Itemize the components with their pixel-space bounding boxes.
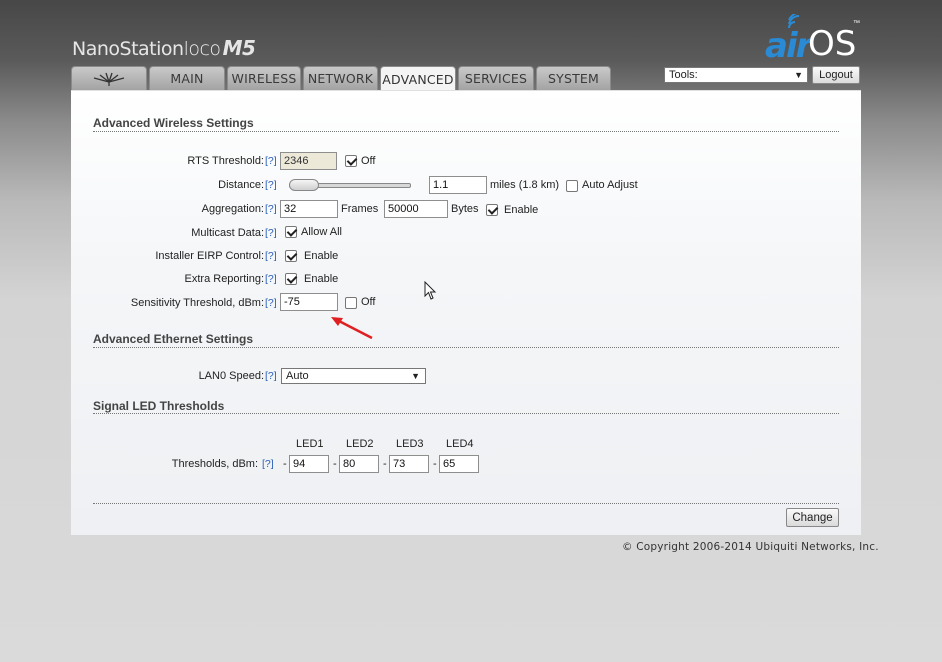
- aggregation-bytes-input[interactable]: 50000: [384, 200, 448, 218]
- brand-air: air: [765, 26, 812, 66]
- main-tabs: MAIN WIRELESS NETWORK ADVANCED SERVICES …: [71, 66, 611, 91]
- aggregation-enable-checkbox[interactable]: [486, 204, 498, 216]
- tab-system[interactable]: SYSTEM: [536, 66, 611, 90]
- multicast-label: Multicast Data:: [191, 227, 264, 239]
- lan0-help-link[interactable]: [?]: [265, 370, 277, 382]
- section-divider: [93, 503, 839, 504]
- aggregation-enable-label: Enable: [504, 204, 539, 216]
- distance-input[interactable]: 1.1: [429, 176, 487, 194]
- sensitivity-help-link[interactable]: [?]: [265, 297, 277, 309]
- extra-enable-checkbox[interactable]: [285, 273, 297, 285]
- sensitivity-input[interactable]: -75: [280, 293, 338, 311]
- section-title-led: Signal LED Thresholds: [93, 399, 225, 413]
- led1-threshold-input[interactable]: 94: [289, 455, 329, 473]
- eirp-label: Installer EIRP Control:: [155, 250, 264, 262]
- tools-select[interactable]: Tools: ▼: [664, 67, 808, 83]
- product-variant: M5: [222, 36, 256, 60]
- copyright-text: © Copyright 2006-2014 Ubiquiti Networks,…: [622, 541, 879, 553]
- thresholds-label: Thresholds, dBm:: [171, 458, 258, 470]
- led4-header: LED4: [446, 438, 474, 450]
- eirp-enable-label: Enable: [304, 250, 339, 262]
- tab-home-logo[interactable]: [71, 66, 147, 90]
- product-model: loco: [183, 38, 221, 60]
- section-title-wireless: Advanced Wireless Settings: [93, 116, 254, 130]
- led3-header: LED3: [396, 438, 424, 450]
- brand-os: OS: [808, 24, 857, 64]
- section-divider: [93, 413, 839, 414]
- mouse-cursor-icon: [424, 281, 437, 300]
- ubiquiti-logo-icon: [93, 72, 125, 86]
- airos-logo: air OS ™: [765, 14, 865, 66]
- distance-help-link[interactable]: [?]: [265, 179, 277, 191]
- multicast-allow-checkbox[interactable]: [285, 226, 297, 238]
- tab-network[interactable]: NETWORK: [303, 66, 378, 90]
- change-button[interactable]: Change: [786, 508, 839, 527]
- multicast-help-link[interactable]: [?]: [265, 227, 277, 239]
- section-title-ethernet: Advanced Ethernet Settings: [93, 332, 254, 346]
- distance-unit: miles (1.8 km): [490, 179, 560, 191]
- led4-threshold-input[interactable]: 65: [439, 455, 479, 473]
- section-divider: [93, 347, 839, 348]
- bytes-label: Bytes: [451, 203, 479, 215]
- threshold-dash: -: [383, 458, 387, 470]
- rts-threshold-label: RTS Threshold:: [187, 155, 264, 167]
- lan0-speed-label: LAN0 Speed:: [198, 370, 264, 382]
- frames-label: Frames: [341, 203, 379, 215]
- section-divider: [93, 131, 839, 132]
- settings-panel: Advanced Wireless Settings RTS Threshold…: [71, 90, 861, 535]
- tab-advanced[interactable]: ADVANCED: [380, 66, 456, 91]
- rts-threshold-input[interactable]: 2346: [280, 152, 337, 170]
- led2-threshold-input[interactable]: 80: [339, 455, 379, 473]
- distance-slider-thumb[interactable]: [289, 179, 319, 191]
- chevron-down-icon: ▼: [411, 371, 420, 381]
- lan0-speed-select[interactable]: Auto ▼: [281, 368, 426, 384]
- sensitivity-off-label: Off: [361, 296, 376, 308]
- aggregation-help-link[interactable]: [?]: [265, 203, 277, 215]
- annotation-arrow-icon: [331, 317, 373, 340]
- eirp-help-link[interactable]: [?]: [265, 250, 277, 262]
- auto-adjust-label: Auto Adjust: [582, 179, 638, 191]
- rts-off-label: Off: [361, 155, 376, 167]
- tab-wireless[interactable]: WIRELESS: [227, 66, 301, 90]
- threshold-dash: -: [283, 458, 287, 470]
- product-name: NanoStation: [72, 38, 184, 60]
- auto-adjust-checkbox[interactable]: [566, 180, 578, 192]
- threshold-dash: -: [333, 458, 337, 470]
- eirp-enable-checkbox[interactable]: [285, 250, 297, 262]
- lan0-speed-value: Auto: [286, 370, 309, 382]
- brand-tm: ™: [853, 20, 860, 27]
- sensitivity-label: Sensitivity Threshold, dBm:: [130, 297, 264, 309]
- chevron-down-icon: ▼: [794, 70, 803, 80]
- thresholds-help-link[interactable]: [?]: [262, 458, 274, 470]
- multicast-allow-label: Allow All: [301, 226, 342, 238]
- aggregation-frames-input[interactable]: 32: [280, 200, 338, 218]
- tools-select-value: Tools:: [669, 69, 698, 81]
- product-logo: NanoStationloco M5: [72, 36, 256, 60]
- led1-header: LED1: [296, 438, 324, 450]
- led3-threshold-input[interactable]: 73: [389, 455, 429, 473]
- extra-help-link[interactable]: [?]: [265, 273, 277, 285]
- distance-label: Distance:: [218, 179, 264, 191]
- logout-button[interactable]: Logout: [812, 66, 860, 84]
- sensitivity-off-checkbox[interactable]: [345, 297, 357, 309]
- aggregation-label: Aggregation:: [201, 203, 264, 215]
- rts-help-link[interactable]: [?]: [265, 155, 277, 167]
- extra-enable-label: Enable: [304, 273, 339, 285]
- rts-off-checkbox[interactable]: [345, 155, 357, 167]
- threshold-dash: -: [433, 458, 437, 470]
- extra-reporting-label: Extra Reporting:: [184, 273, 264, 285]
- tab-services[interactable]: SERVICES: [458, 66, 534, 90]
- led2-header: LED2: [346, 438, 374, 450]
- tab-main[interactable]: MAIN: [149, 66, 225, 90]
